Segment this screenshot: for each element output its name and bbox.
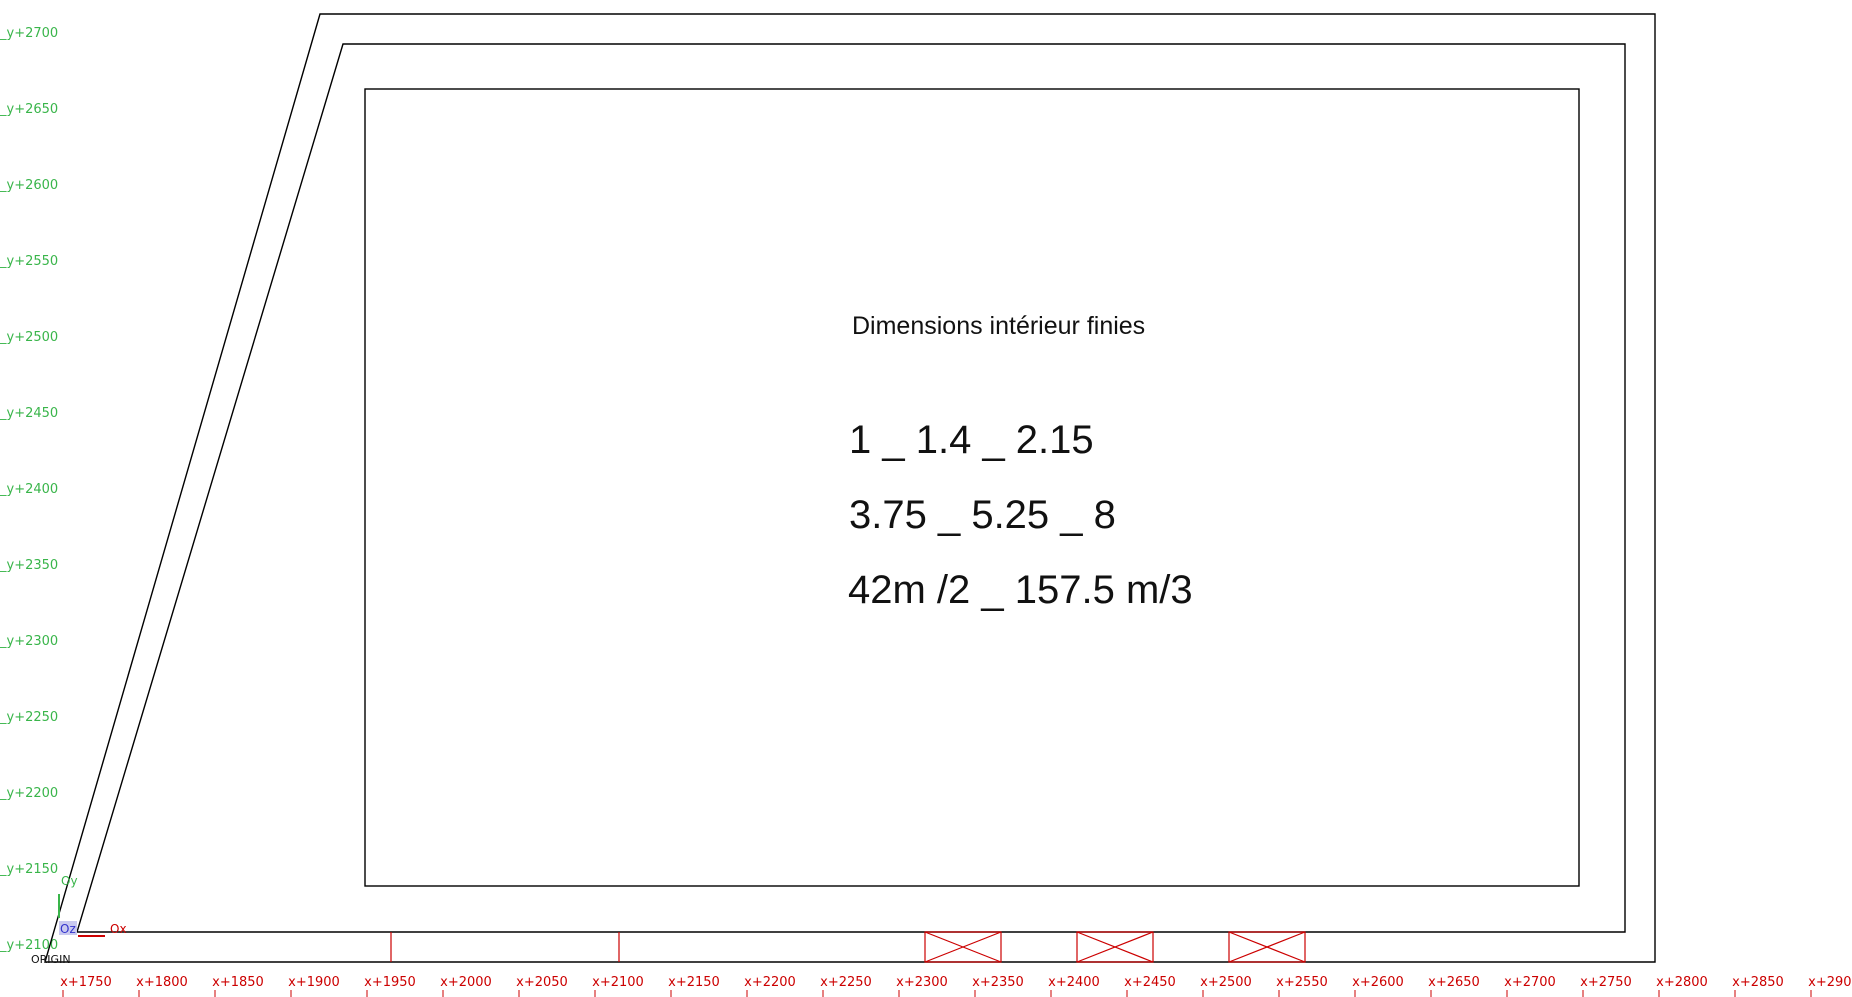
oy-label: Oy <box>61 874 78 888</box>
y-axis-tick-label: _y+2600 <box>0 178 58 193</box>
y-axis-tick-label: _y+2200 <box>0 786 58 801</box>
x-axis-tick-label: x+2650 <box>1428 975 1480 990</box>
x-axis-tick-label: x+1850 <box>212 975 264 990</box>
x-axis-tick-label: x+2550 <box>1276 975 1328 990</box>
outer-wall-outline[interactable] <box>44 13 1656 963</box>
window-opening-2[interactable] <box>1076 931 1154 963</box>
x-axis-tick-label: x+2500 <box>1200 975 1252 990</box>
x-axis-tick-label: x+2200 <box>744 975 796 990</box>
x-axis-tick-label: x+2450 <box>1124 975 1176 990</box>
annotation-line-2: 3.75 _ 5.25 _ 8 <box>849 493 1116 537</box>
y-axis-ruler: _y+2700 _y+2650 _y+2600 _y+2550 _y+2500 _y+24… <box>0 26 58 953</box>
ox-label: Ox <box>110 922 127 936</box>
x-axis-tick-label: x+2750 <box>1580 975 1632 990</box>
window-opening-1[interactable] <box>924 931 1002 963</box>
annotation-line-1: 1 _ 1.4 _ 2.15 <box>849 418 1094 462</box>
oz-label: Oz <box>60 922 76 936</box>
y-axis-tick-label: _y+2700 <box>0 26 58 41</box>
x-axis-tick-label: x+2100 <box>592 975 644 990</box>
origin-label: ORIGIN <box>31 953 71 966</box>
x-axis-tick-label: x+2250 <box>820 975 872 990</box>
x-axis-ruler: x+1750 x+1800 x+1850 x+1900 x+1950 x+2000 x+20… <box>60 975 1852 997</box>
window-opening-3[interactable] <box>1228 931 1306 963</box>
annotation-title: Dimensions intérieur finies <box>852 312 1145 340</box>
x-axis-tick-label: x+2000 <box>440 975 492 990</box>
y-axis-tick-label: _y+2300 <box>0 634 58 649</box>
axis-gizmo: Oy Oz Ox ORIGIN <box>31 874 127 966</box>
y-axis-tick-label: _y+2500 <box>0 330 58 345</box>
y-axis-tick-label: _y+2450 <box>0 406 58 421</box>
annotation-line-3: 42m /2 _ 157.5 m/3 <box>848 568 1193 612</box>
y-axis-tick-label: _y+2650 <box>0 102 58 117</box>
x-axis-tick-label: x+2300 <box>896 975 948 990</box>
x-axis-tick-label: x+2850 <box>1732 975 1784 990</box>
y-axis-tick-label: _y+2150 <box>0 862 58 877</box>
x-axis-tick-label: x+1750 <box>60 975 112 990</box>
y-axis-tick-label: _y+2550 <box>0 254 58 269</box>
x-axis-tick-label: x+2800 <box>1656 975 1708 990</box>
x-axis-tick-label: x+2400 <box>1048 975 1100 990</box>
x-axis-tick-label: x+1800 <box>136 975 188 990</box>
x-axis-tick-label: x+2350 <box>972 975 1024 990</box>
x-axis-tick-label: x+1950 <box>364 975 416 990</box>
x-axis-tick-label: x+2150 <box>668 975 720 990</box>
y-axis-tick-label: _y+2250 <box>0 710 58 725</box>
drawing-canvas[interactable]: _y+2700 _y+2650 _y+2600 _y+2550 _y+2500 _y+24… <box>0 0 1852 997</box>
x-axis-tick-label: x+2600 <box>1352 975 1404 990</box>
x-axis-tick-label: x+2050 <box>516 975 568 990</box>
inner-wall-outline[interactable] <box>76 43 1626 933</box>
x-axis-tick-label: x+2700 <box>1504 975 1556 990</box>
y-axis-tick-label: _y+2350 <box>0 558 58 573</box>
x-axis-tick-label: x+1900 <box>288 975 340 990</box>
y-axis-tick-label: _y+2400 <box>0 482 58 497</box>
finished-interior-rectangle[interactable] <box>364 88 1580 887</box>
x-axis-tick-label: x+2900 <box>1808 975 1852 990</box>
